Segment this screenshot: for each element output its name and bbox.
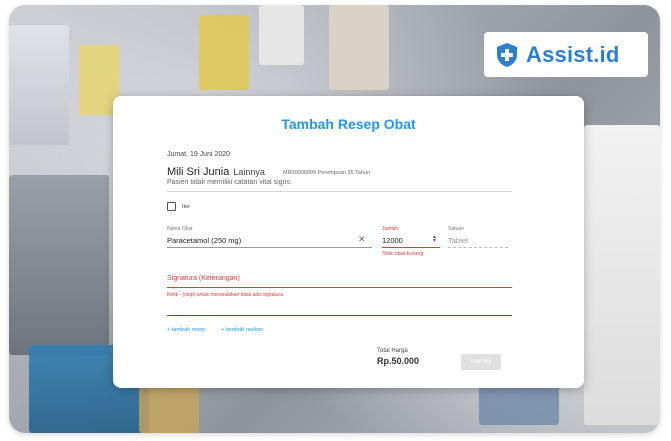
patient-name-text: Mili Sri Junia	[167, 166, 230, 178]
qty-field-label: Jumlah	[382, 226, 399, 232]
qty-input[interactable]: 12000	[382, 236, 403, 245]
drug-input[interactable]: Paracetamol (250 mg)	[167, 236, 241, 245]
patient-note: Pasien tidak memiliki catatan vital sign…	[167, 179, 292, 186]
unit-field-label: Satuan	[448, 226, 464, 232]
patient-name: Mili Sri Junia Lainnya	[167, 166, 265, 178]
signa-label: Signatura (Keterangan)	[167, 275, 240, 282]
add-compound-link[interactable]: + tambah racikan	[221, 327, 263, 333]
brand-name: Assist.id	[526, 41, 620, 67]
dialog-title: Tambah Resep Obat	[281, 116, 416, 132]
save-button[interactable]: SIMPAN	[461, 354, 501, 370]
signa-input-bar[interactable]	[167, 315, 512, 316]
qty-stepper-icon[interactable]: ▴ ▾	[433, 234, 436, 244]
patient-relation: Lainnya	[233, 167, 265, 177]
iter-checkbox[interactable]	[167, 202, 176, 211]
divider	[167, 191, 512, 192]
drug-field-label: Nama Obat	[167, 226, 193, 232]
clear-icon[interactable]: ✕	[358, 234, 366, 245]
unit-select[interactable]: Tablet	[448, 236, 468, 245]
iter-option[interactable]: Iter	[167, 202, 190, 211]
total-label: Total Harga	[377, 348, 408, 354]
iter-label: Iter	[182, 203, 190, 210]
brand-logo: Assist.id	[484, 32, 648, 77]
signa-underline[interactable]	[167, 287, 512, 288]
shield-icon	[497, 42, 517, 67]
qty-error: Stok obat kurang	[382, 251, 424, 257]
visit-date: Jumat, 19 Juni 2020	[167, 151, 231, 158]
total-value: Rp.50.000	[377, 356, 420, 366]
prescription-dialog: Tambah Resep Obat Jumat, 19 Juni 2020 Mi…	[113, 96, 584, 388]
unit-underline	[448, 247, 508, 248]
signa-hint: Ketik - (strip) untuk menandakan tidak a…	[167, 292, 283, 298]
patient-meta: MR00000099 Perempuan 35 Tahun	[283, 170, 371, 176]
add-recipe-link[interactable]: + tambah resep	[167, 327, 205, 333]
qty-underline	[382, 247, 440, 248]
drug-underline	[167, 247, 372, 248]
